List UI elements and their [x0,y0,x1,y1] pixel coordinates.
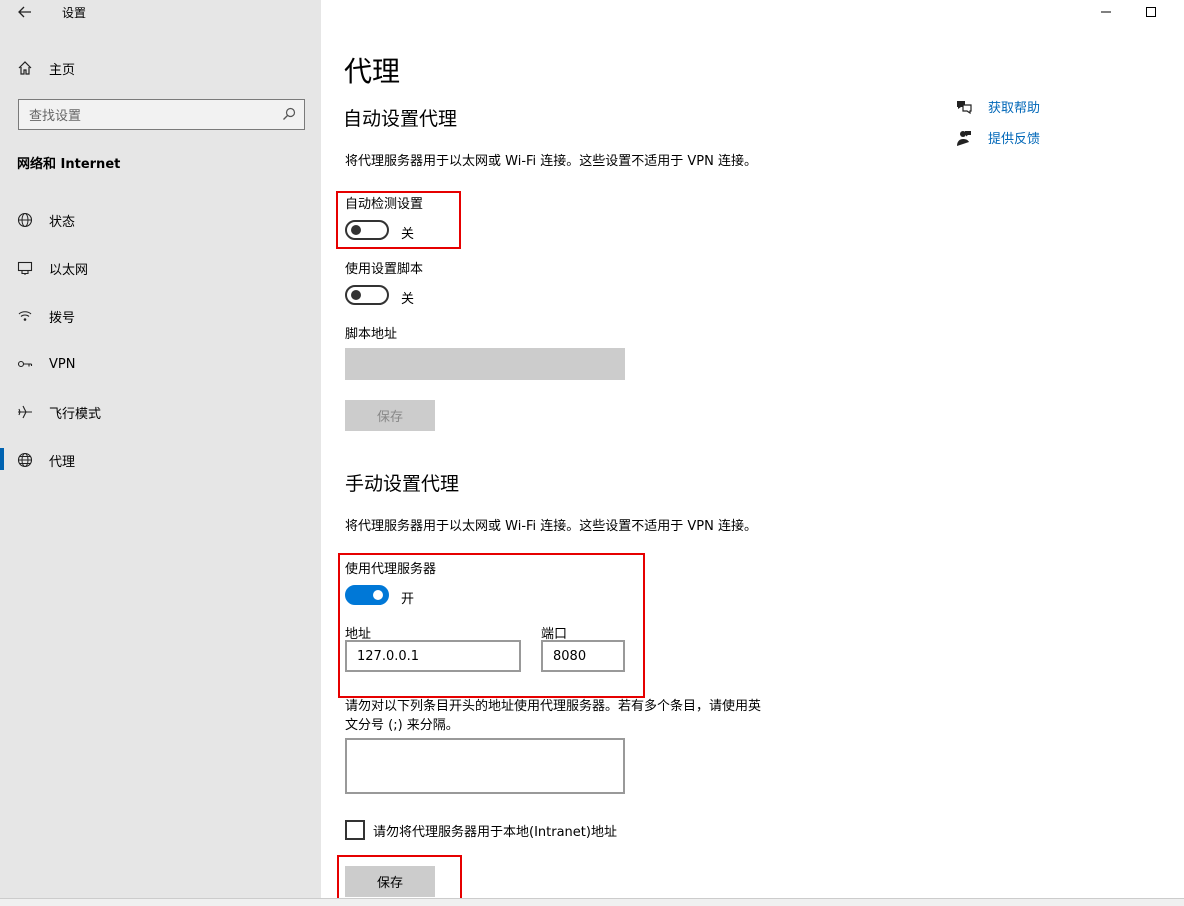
sidebar-item-label: 主页 [49,62,76,78]
exceptions-text-line2: 文分号 (;) 来分隔。 [345,718,459,733]
minimize-button[interactable] [1083,0,1129,24]
maximize-icon [1146,7,1156,17]
vpn-icon [17,356,33,372]
auto-proxy-description: 将代理服务器用于以太网或 Wi-Fi 连接。这些设置不适用于 VPN 连接。 [345,154,758,169]
exceptions-text-line1: 请勿对以下列条目开头的地址使用代理服务器。若有多个条目，请使用英 [345,699,762,714]
maximize-button[interactable] [1128,0,1174,24]
section-title: 网络和 Internet [17,157,121,172]
search-icon [282,107,296,125]
exceptions-textarea[interactable] [345,738,625,794]
search-placeholder: 查找设置 [29,109,82,124]
sidebar-item-status[interactable]: 状态 [0,200,321,240]
local-bypass-checkbox[interactable] [345,820,365,840]
sidebar-item-dialup[interactable]: 拨号 [0,296,321,336]
page-title: 代理 [344,55,401,88]
sidebar: 设置 主页 查找设置 网络和 Internet 状态 以太网 拨号 VPN 飞行… [0,0,321,898]
back-arrow-icon [18,6,31,18]
search-input[interactable]: 查找设置 [18,99,305,130]
toggle-knob [351,290,361,300]
setup-script-toggle[interactable] [345,285,389,305]
sidebar-item-vpn[interactable]: VPN [0,344,321,384]
sidebar-item-label: 飞行模式 [49,406,102,422]
help-chat-icon [955,98,973,116]
highlight-box-auto-detect [336,191,461,249]
manual-proxy-heading: 手动设置代理 [345,473,460,495]
get-help-label: 获取帮助 [988,101,1041,116]
sidebar-item-label: 以太网 [49,262,89,278]
back-button[interactable] [12,2,38,22]
globe-icon [17,452,33,468]
auto-save-button[interactable]: 保存 [345,400,435,431]
ethernet-icon [17,260,33,276]
sidebar-item-airplane[interactable]: 飞行模式 [0,392,321,432]
sidebar-item-proxy[interactable]: 代理 [0,440,321,480]
local-bypass-label: 请勿将代理服务器用于本地(Intranet)地址 [373,825,617,840]
script-address-input[interactable] [345,348,625,380]
feedback-label: 提供反馈 [988,132,1041,147]
globe-status-icon [17,212,33,228]
feedback-link[interactable]: 提供反馈 [955,128,1040,147]
manual-proxy-description: 将代理服务器用于以太网或 Wi-Fi 连接。这些设置不适用于 VPN 连接。 [345,519,758,534]
airplane-icon [17,404,33,420]
taskbar-strip [0,898,1184,906]
sidebar-item-label: 代理 [49,454,76,470]
sidebar-item-label: VPN [49,356,76,372]
highlight-box-manual-proxy [338,553,645,698]
sidebar-item-home[interactable]: 主页 [0,48,321,88]
home-icon [17,60,33,76]
window-title: 设置 [62,6,87,20]
setup-script-state: 关 [401,292,415,307]
script-address-label: 脚本地址 [345,327,398,342]
feedback-icon [955,129,973,147]
minimize-icon [1101,11,1111,13]
get-help-link[interactable]: 获取帮助 [955,97,1040,116]
auto-proxy-heading: 自动设置代理 [343,108,458,130]
sidebar-item-ethernet[interactable]: 以太网 [0,248,321,288]
setup-script-label: 使用设置脚本 [345,262,424,277]
sidebar-item-label: 状态 [49,214,76,230]
sidebar-item-label: 拨号 [49,310,76,326]
dialup-icon [17,308,33,324]
